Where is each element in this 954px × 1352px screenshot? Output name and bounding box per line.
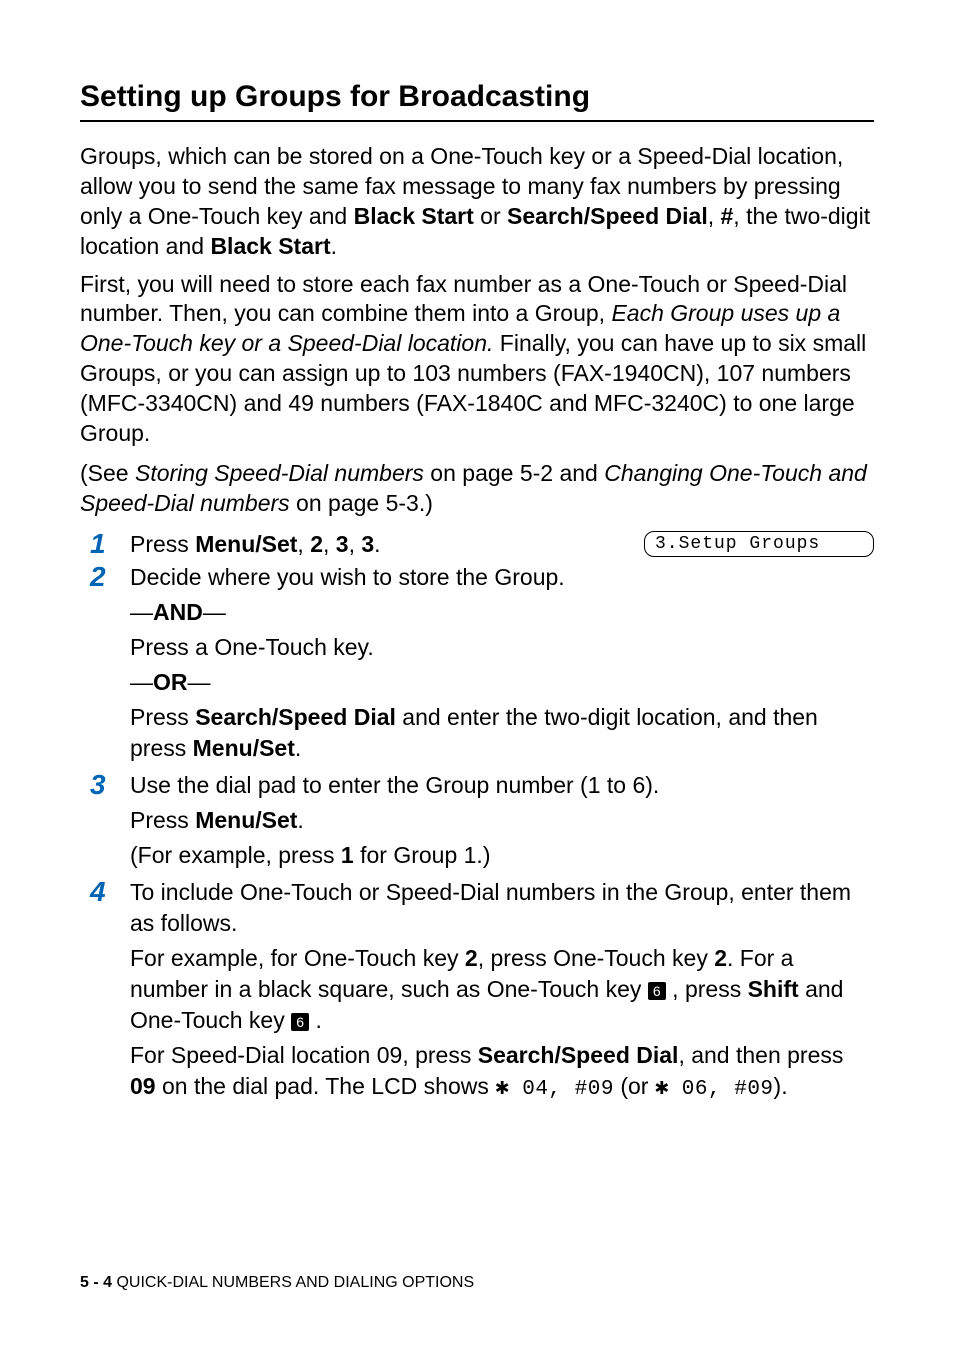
text: ,: [708, 203, 721, 229]
text: .: [297, 807, 303, 833]
intro-paragraph-2: First, you will need to store each fax n…: [80, 270, 874, 449]
step-number: 4: [80, 877, 130, 908]
step-number: 3: [80, 770, 130, 801]
text-bold: Menu/Set: [195, 807, 297, 833]
text-bold: 2: [465, 945, 478, 971]
text-bold: AND: [153, 599, 203, 625]
step-body: Use the dial pad to enter the Group numb…: [130, 770, 874, 875]
text: ,: [323, 531, 336, 557]
lcd-display: 3.Setup Groups: [644, 531, 874, 557]
text: (See: [80, 460, 135, 486]
text-bold: Search/Speed Dial: [507, 203, 708, 229]
text: Press a One-Touch key.: [130, 632, 874, 663]
text: .: [331, 233, 337, 259]
text: Press Menu/Set.: [130, 805, 874, 836]
step-number: 2: [80, 562, 130, 593]
step-number: 1: [80, 529, 130, 560]
text: or: [474, 203, 507, 229]
text-bold: 2: [310, 531, 323, 557]
page-footer: 5 - 4 QUICK-DIAL NUMBERS AND DIALING OPT…: [80, 1274, 474, 1292]
text-bold: Search/Speed Dial: [478, 1042, 679, 1068]
step-3: 3 Use the dial pad to enter the Group nu…: [80, 770, 874, 875]
text: Press Search/Speed Dial and enter the tw…: [130, 702, 874, 764]
text-bold: 09: [130, 1073, 156, 1099]
text-bold: Search/Speed Dial: [195, 704, 396, 730]
section-heading: Setting up Groups for Broadcasting: [80, 80, 874, 122]
text: ,: [297, 531, 310, 557]
text-bold: 3: [361, 531, 374, 557]
text: Press: [130, 704, 195, 730]
text: ).: [774, 1073, 788, 1099]
text: .: [295, 735, 301, 761]
dash: —: [130, 669, 153, 695]
text-bold: Menu/Set: [195, 531, 297, 557]
text-bold: 3: [336, 531, 349, 557]
text-bold: 1: [341, 842, 354, 868]
text: (or: [614, 1073, 655, 1099]
text: For Speed-Dial location 09, press Search…: [130, 1040, 874, 1104]
text: For example, for One-Touch key 2, press …: [130, 943, 874, 1036]
step-body: Press Menu/Set, 2, 3, 3. 3.Setup Groups: [130, 529, 874, 560]
or-separator: —OR—: [130, 667, 874, 698]
page-number: 5 - 4: [80, 1274, 112, 1291]
step-4: 4 To include One-Touch or Speed-Dial num…: [80, 877, 874, 1109]
text: on page 5-2 and: [424, 460, 604, 486]
text-bold: Menu/Set: [193, 735, 295, 761]
text: for Group 1.): [354, 842, 491, 868]
text: , and then press: [678, 1042, 843, 1068]
text: on page 5-3.): [290, 490, 433, 516]
text: Use the dial pad to enter the Group numb…: [130, 770, 874, 801]
step-1: 1 Press Menu/Set, 2, 3, 3. 3.Setup Group…: [80, 529, 874, 560]
dash: —: [203, 599, 226, 625]
text: .: [309, 1007, 322, 1033]
intro-paragraph-3: (See Storing Speed-Dial numbers on page …: [80, 459, 874, 519]
step-body: To include One-Touch or Speed-Dial numbe…: [130, 877, 874, 1109]
text: To include One-Touch or Speed-Dial numbe…: [130, 877, 874, 939]
mono-text: 04, #09: [509, 1078, 614, 1101]
text: (For example, press: [130, 842, 341, 868]
text: on the dial pad. The LCD shows: [156, 1073, 496, 1099]
text: Press: [130, 807, 195, 833]
text-bold: OR: [153, 669, 188, 695]
chapter-title: QUICK-DIAL NUMBERS AND DIALING OPTIONS: [112, 1274, 474, 1291]
dash: —: [130, 599, 153, 625]
and-separator: —AND—: [130, 597, 874, 628]
text: , press One-Touch key: [478, 945, 715, 971]
text: For Speed-Dial location 09, press: [130, 1042, 478, 1068]
step-body: Decide where you wish to store the Group…: [130, 562, 874, 768]
mono-text: 06, #09: [669, 1078, 774, 1101]
dash: —: [188, 669, 211, 695]
text-italic: Storing Speed-Dial numbers: [135, 460, 424, 486]
text-bold: Black Start: [210, 233, 330, 259]
star-icon: ✱: [495, 1075, 509, 1101]
key-6-icon: 6: [648, 982, 666, 1000]
text-bold: Black Start: [354, 203, 474, 229]
text: , press: [666, 976, 748, 1002]
text: ,: [349, 531, 362, 557]
text: For example, for One-Touch key: [130, 945, 465, 971]
intro-paragraph-1: Groups, which can be stored on a One-Tou…: [80, 142, 874, 262]
step-2: 2 Decide where you wish to store the Gro…: [80, 562, 874, 768]
lcd-display-wrap: 3.Setup Groups: [644, 529, 874, 557]
text: Press: [130, 531, 195, 557]
text-bold: 2: [714, 945, 727, 971]
key-6-icon: 6: [291, 1013, 309, 1031]
text-bold: Shift: [748, 976, 799, 1002]
steps-list: 1 Press Menu/Set, 2, 3, 3. 3.Setup Group…: [80, 529, 874, 1109]
text: (For example, press 1 for Group 1.): [130, 840, 874, 871]
text: .: [374, 531, 380, 557]
text-bold: #: [721, 203, 734, 229]
star-icon: ✱: [655, 1075, 669, 1101]
text: Decide where you wish to store the Group…: [130, 562, 874, 593]
